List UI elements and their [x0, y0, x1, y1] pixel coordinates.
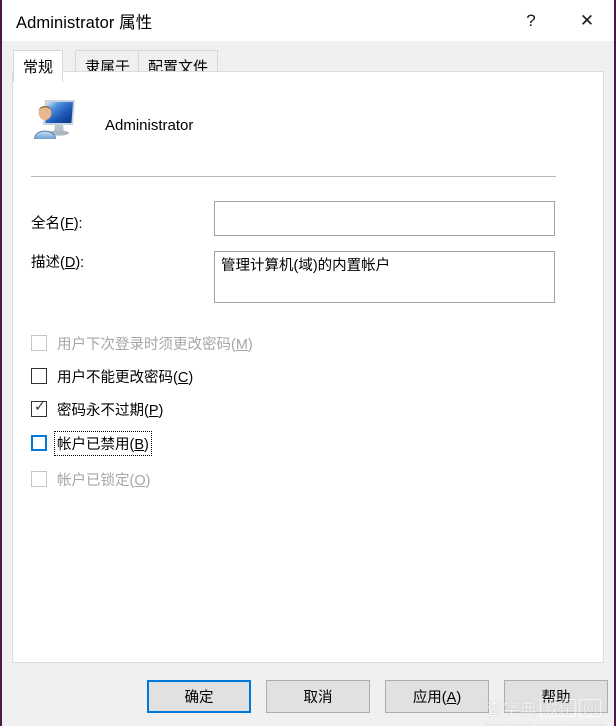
description-input[interactable]: 管理计算机(域)的内置帐户	[214, 251, 555, 303]
checkmark-icon: ✓	[34, 399, 46, 415]
apply-button-label-suffix: )	[456, 690, 462, 706]
checkbox-box-account-disabled[interactable]	[31, 435, 47, 451]
description-accelerator: D	[64, 255, 76, 271]
cancel-button-label: 取消	[303, 690, 333, 706]
cb3-prefix: 帐户已禁用(	[57, 436, 135, 453]
ok-button[interactable]: 确定	[147, 680, 251, 713]
cb2-prefix: 密码永不过期(	[57, 402, 149, 419]
cb0-suffix: )	[247, 336, 253, 353]
window-title: Administrator 属性	[16, 14, 153, 32]
checkbox-row-account-locked[interactable]: 帐户已锁定(O)	[31, 468, 152, 490]
checkbox-label-password-never-expires: 密码永不过期(P)	[55, 398, 165, 421]
description-label-prefix: 描述(	[31, 255, 65, 271]
cb1-suffix: )	[188, 369, 194, 386]
cb0-accelerator: M	[235, 336, 248, 353]
cb4-prefix: 帐户已锁定(	[57, 472, 135, 489]
dialog-button-bar: 确定 取消 应用(A) 帮助	[2, 663, 614, 726]
tab-general-label: 常规	[23, 59, 54, 76]
checkbox-row-password-never-expires[interactable]: ✓ 密码永不过期(P)	[31, 398, 165, 420]
checkbox-label-account-locked: 帐户已锁定(O)	[55, 468, 152, 491]
apply-accelerator: A	[446, 690, 457, 706]
cb3-suffix: )	[144, 436, 149, 453]
cb0-prefix: 用户下次登录时须更改密码(	[57, 336, 236, 353]
fullname-accelerator: F	[64, 216, 74, 232]
fullname-label-suffix: ):	[73, 216, 83, 232]
tab-content-panel: Administrator 全名(F): 描述(D): 管理计算机(域)的内置帐…	[12, 71, 604, 663]
checkbox-box-account-locked[interactable]	[31, 471, 47, 487]
cb1-accelerator: C	[177, 369, 189, 386]
help-glyph: ?	[526, 10, 536, 30]
checkbox-label-account-disabled: 帐户已禁用(B)	[54, 430, 152, 456]
checkbox-row-account-disabled[interactable]: 帐户已禁用(B)	[31, 430, 152, 456]
cb3-accelerator: B	[134, 436, 145, 453]
fullname-input[interactable]	[214, 201, 555, 236]
checkbox-row-cannot-change-password[interactable]: 用户不能更改密码(C)	[31, 365, 195, 387]
fullname-label: 全名(F):	[31, 212, 83, 233]
checkbox-label-cannot-change-password: 用户不能更改密码(C)	[55, 365, 195, 388]
apply-button-label-prefix: 应用(	[412, 690, 447, 706]
cb4-suffix: )	[145, 472, 151, 489]
help-button[interactable]: 帮助	[504, 680, 608, 713]
description-label: 描述(D):	[31, 251, 84, 272]
cb1-prefix: 用户不能更改密码(	[57, 369, 178, 386]
cb2-suffix: )	[158, 402, 164, 419]
title-bar: Administrator 属性 ? ✕	[2, 0, 614, 41]
close-glyph: ✕	[579, 10, 595, 30]
apply-button[interactable]: 应用(A)	[385, 680, 489, 713]
checkbox-box-password-never-expires[interactable]: ✓	[31, 399, 47, 417]
cb4-accelerator: O	[134, 472, 146, 489]
checkbox-label-must-change-password: 用户下次登录时须更改密码(M)	[55, 332, 255, 355]
tab-general[interactable]: 常规	[13, 50, 64, 82]
description-label-suffix: ):	[75, 255, 85, 271]
close-icon[interactable]: ✕	[564, 0, 610, 41]
cb2-accelerator: P	[148, 402, 159, 419]
user-account-icon	[32, 97, 78, 141]
account-name-label: Administrator	[105, 117, 194, 134]
user-properties-dialog: Administrator 属性 ? ✕ 常规 隶属于 配置文件 Adminis…	[0, 0, 616, 726]
help-button-label: 帮助	[541, 690, 571, 706]
fullname-label-prefix: 全名(	[31, 216, 65, 232]
ok-button-label: 确定	[184, 690, 214, 706]
checkbox-row-must-change-password[interactable]: 用户下次登录时须更改密码(M)	[31, 332, 255, 354]
help-icon[interactable]: ?	[508, 0, 554, 41]
header-divider	[31, 176, 556, 177]
cancel-button[interactable]: 取消	[266, 680, 370, 713]
checkbox-box-cannot-change-password[interactable]	[31, 368, 47, 384]
checkbox-box-must-change-password[interactable]	[31, 335, 47, 351]
